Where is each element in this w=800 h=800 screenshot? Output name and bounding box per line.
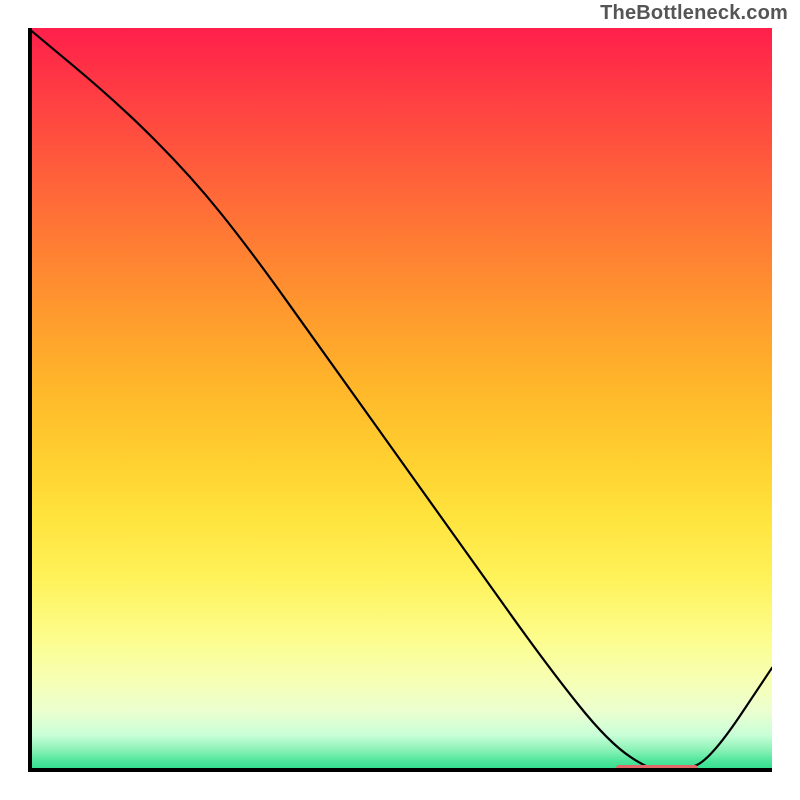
bottleneck-curve xyxy=(28,28,772,772)
chart-plot-area xyxy=(28,28,772,772)
watermark-text: TheBottleneck.com xyxy=(600,2,788,25)
optimal-range-marker xyxy=(616,765,698,771)
